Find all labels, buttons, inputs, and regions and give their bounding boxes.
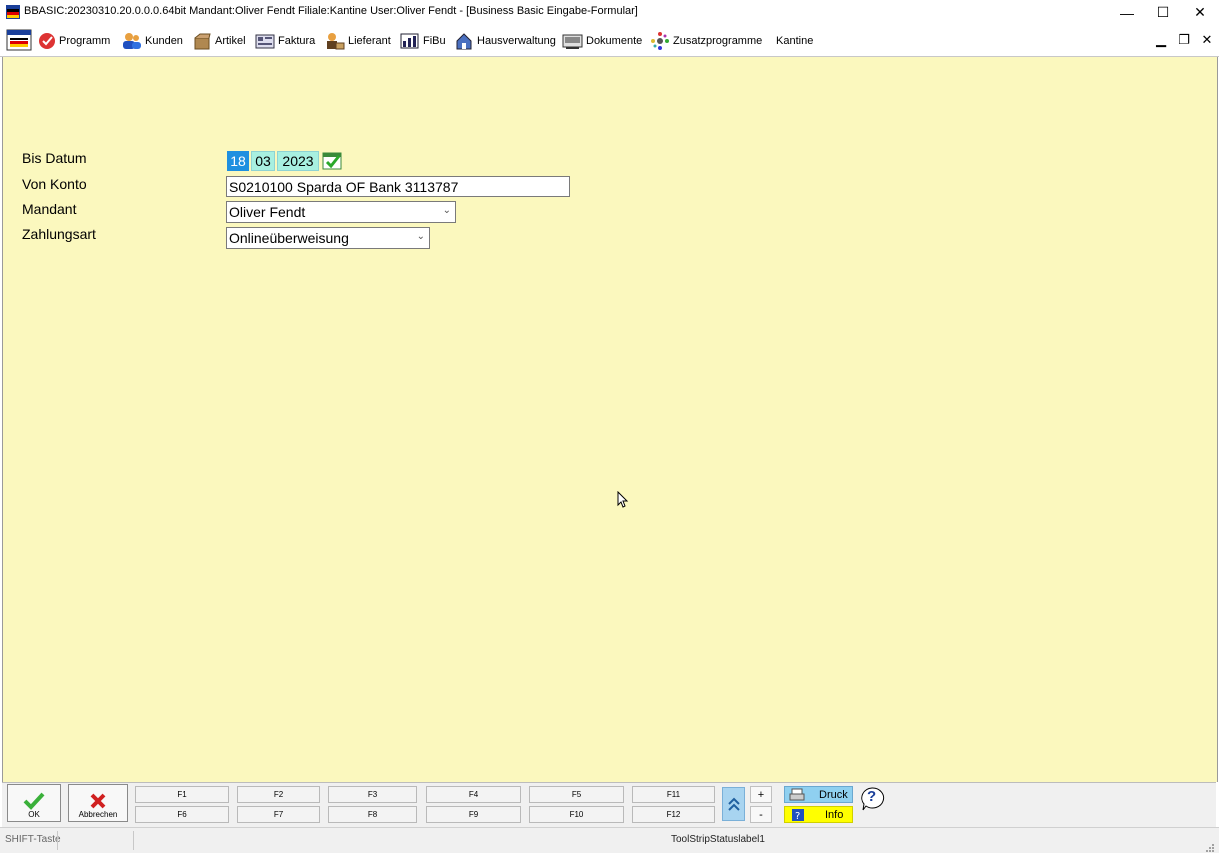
window-title: BBASIC:20230310.20.0.0.0.64bit Mandant:O…: [24, 5, 638, 17]
minimize-button[interactable]: —: [1109, 0, 1145, 25]
status-bar: SHIFT-Taste ToolStripStatuslabel1: [0, 827, 1219, 853]
menu-kantine-label: Kantine: [776, 35, 814, 47]
invoice-icon: [255, 34, 275, 49]
f8-button[interactable]: F8: [328, 806, 417, 823]
menu-dokumente-label: Dokumente: [586, 35, 643, 47]
date-month-field[interactable]: 03: [251, 151, 275, 171]
menu-faktura[interactable]: Faktura: [255, 31, 315, 51]
close-button[interactable]: ✕: [1182, 0, 1218, 25]
minus-button[interactable]: -: [750, 806, 772, 823]
info-button[interactable]: ? Info: [784, 806, 853, 823]
program-icon: [39, 33, 55, 49]
zahlungsart-select[interactable]: Onlineüberweisung ⌄: [226, 227, 430, 249]
f7-button[interactable]: F7: [237, 806, 320, 823]
f3-button[interactable]: F3: [328, 786, 417, 803]
date-day-field[interactable]: 18: [227, 151, 249, 171]
plus-button[interactable]: +: [750, 786, 772, 803]
menu-artikel[interactable]: Artikel: [193, 31, 246, 51]
menu-zusatzprogramme-label: Zusatzprogramme: [673, 35, 763, 47]
calendar-logo-icon[interactable]: [6, 28, 33, 52]
documents-icon: [562, 34, 583, 49]
status-divider: [133, 831, 134, 850]
f5-button[interactable]: F5: [529, 786, 624, 803]
cancel-x-icon: [90, 793, 106, 809]
customers-icon: [123, 33, 141, 49]
menu-lieferant-label: Lieferant: [348, 35, 391, 47]
status-divider: [57, 831, 58, 850]
menu-fibu[interactable]: FiBu: [400, 31, 446, 51]
f4-button[interactable]: F4: [426, 786, 521, 803]
mandant-label: Mandant: [22, 201, 77, 217]
zahlungsart-label: Zahlungsart: [22, 226, 96, 242]
date-year-field[interactable]: 2023: [277, 151, 319, 171]
druck-label: Druck: [819, 788, 848, 801]
help-button[interactable]: ?: [859, 786, 885, 811]
f1-button[interactable]: F1: [135, 786, 229, 803]
zahlungsart-value: Onlineüberweisung: [229, 230, 349, 246]
form-area: [2, 57, 1218, 782]
svg-text:?: ?: [795, 811, 800, 822]
abbrechen-label: Abbrechen: [78, 810, 118, 819]
menu-zusatzprogramme[interactable]: Zusatzprogramme: [651, 31, 762, 51]
calendar-picker-icon[interactable]: [322, 150, 343, 171]
menu-dokumente[interactable]: Dokumente: [562, 31, 642, 51]
info-icon: ?: [792, 808, 804, 822]
resize-grip-icon[interactable]: [1205, 840, 1215, 852]
menu-kantine[interactable]: Kantine: [776, 31, 813, 51]
app-icon: [6, 5, 20, 19]
printer-icon: [789, 788, 805, 800]
supplier-icon: [327, 33, 345, 50]
chevron-down-icon: ⌄: [442, 205, 451, 216]
mdi-minimize-button[interactable]: ▁: [1152, 31, 1170, 49]
menu-hausverwaltung[interactable]: Hausverwaltung: [455, 31, 556, 51]
von-konto-input[interactable]: S0210100 Sparda OF Bank 3113787: [226, 176, 570, 197]
checkmark-icon: [23, 792, 45, 810]
f9-button[interactable]: F9: [426, 806, 521, 823]
bis-datum-label: Bis Datum: [22, 150, 87, 166]
mandant-value: Oliver Fendt: [229, 204, 306, 220]
scroll-up-button[interactable]: [722, 787, 745, 821]
menu-hausverwaltung-label: Hausverwaltung: [477, 35, 556, 47]
f10-button[interactable]: F10: [529, 806, 624, 823]
mdi-close-button[interactable]: ✕: [1198, 31, 1216, 49]
ok-button[interactable]: OK: [7, 784, 61, 822]
von-konto-label: Von Konto: [22, 176, 87, 192]
menu-kunden-label: Kunden: [145, 35, 183, 47]
menu-bar: Programm Kunden Artikel Faktura Lieferan…: [0, 25, 1219, 57]
chevron-down-icon: ⌄: [416, 231, 425, 242]
status-label-1: ToolStripStatuslabel1: [671, 834, 765, 845]
menu-fibu-label: FiBu: [423, 35, 446, 47]
title-bar: BBASIC:20230310.20.0.0.0.64bit Mandant:O…: [0, 0, 1219, 25]
double-chevron-up-icon: [727, 797, 740, 811]
maximize-button[interactable]: ☐: [1145, 0, 1181, 25]
info-label: Info: [825, 808, 844, 821]
mandant-select[interactable]: Oliver Fendt ⌄: [226, 201, 456, 223]
menu-artikel-label: Artikel: [215, 35, 246, 47]
mouse-cursor-icon: [617, 490, 629, 513]
f2-button[interactable]: F2: [237, 786, 320, 803]
ok-label: OK: [28, 810, 40, 819]
menu-lieferant[interactable]: Lieferant: [325, 31, 391, 51]
menu-programm-label: Programm: [59, 35, 111, 47]
f12-button[interactable]: F12: [632, 806, 715, 823]
accounting-icon: [400, 33, 419, 49]
f11-button[interactable]: F11: [632, 786, 715, 803]
druck-button[interactable]: Druck: [784, 786, 853, 803]
articles-icon: [194, 33, 211, 50]
addons-icon: [651, 32, 669, 50]
property-icon: [456, 33, 472, 50]
f6-button[interactable]: F6: [135, 806, 229, 823]
mdi-restore-button[interactable]: ❐: [1175, 31, 1193, 49]
help-label: ?: [867, 788, 877, 805]
shift-status: SHIFT-Taste: [5, 834, 61, 845]
menu-kunden[interactable]: Kunden: [122, 31, 183, 51]
menu-programm[interactable]: Programm: [38, 31, 110, 51]
abbrechen-button[interactable]: Abbrechen: [68, 784, 128, 822]
menu-faktura-label: Faktura: [278, 35, 316, 47]
